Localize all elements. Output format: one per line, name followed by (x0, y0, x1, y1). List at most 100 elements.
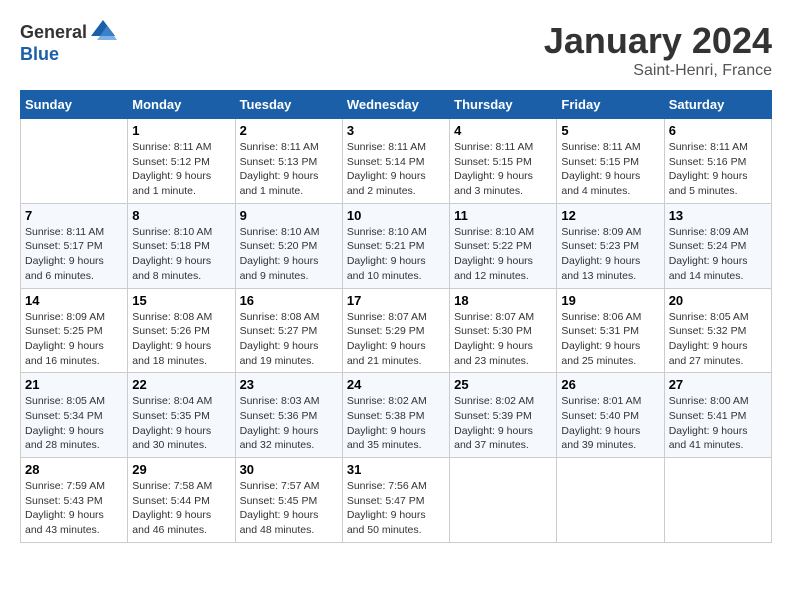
day-info: Sunrise: 8:11 AM Sunset: 5:15 PM Dayligh… (561, 140, 659, 199)
day-number: 30 (240, 462, 338, 477)
day-number: 14 (25, 293, 123, 308)
day-info: Sunrise: 8:03 AM Sunset: 5:36 PM Dayligh… (240, 394, 338, 453)
day-number: 31 (347, 462, 445, 477)
calendar-day-cell: 28 Sunrise: 7:59 AM Sunset: 5:43 PM Dayl… (21, 458, 128, 543)
day-info: Sunrise: 8:09 AM Sunset: 5:23 PM Dayligh… (561, 225, 659, 284)
day-number: 12 (561, 208, 659, 223)
calendar-day-cell: 26 Sunrise: 8:01 AM Sunset: 5:40 PM Dayl… (557, 373, 664, 458)
calendar-day-cell (557, 458, 664, 543)
calendar-day-header: Sunday (21, 91, 128, 119)
day-info: Sunrise: 7:58 AM Sunset: 5:44 PM Dayligh… (132, 479, 230, 538)
calendar-week-row: 14 Sunrise: 8:09 AM Sunset: 5:25 PM Dayl… (21, 288, 772, 373)
calendar-day-cell: 4 Sunrise: 8:11 AM Sunset: 5:15 PM Dayli… (450, 119, 557, 204)
day-info: Sunrise: 8:11 AM Sunset: 5:12 PM Dayligh… (132, 140, 230, 199)
day-info: Sunrise: 8:06 AM Sunset: 5:31 PM Dayligh… (561, 310, 659, 369)
calendar-day-cell: 22 Sunrise: 8:04 AM Sunset: 5:35 PM Dayl… (128, 373, 235, 458)
calendar-day-cell: 24 Sunrise: 8:02 AM Sunset: 5:38 PM Dayl… (342, 373, 449, 458)
logo-blue-text: Blue (20, 44, 59, 65)
calendar-day-cell: 31 Sunrise: 7:56 AM Sunset: 5:47 PM Dayl… (342, 458, 449, 543)
calendar-day-cell: 14 Sunrise: 8:09 AM Sunset: 5:25 PM Dayl… (21, 288, 128, 373)
day-info: Sunrise: 7:56 AM Sunset: 5:47 PM Dayligh… (347, 479, 445, 538)
location-title: Saint-Henri, France (544, 62, 772, 80)
calendar-day-cell: 5 Sunrise: 8:11 AM Sunset: 5:15 PM Dayli… (557, 119, 664, 204)
logo: General Blue (20, 20, 117, 65)
calendar-day-cell: 21 Sunrise: 8:05 AM Sunset: 5:34 PM Dayl… (21, 373, 128, 458)
calendar-day-cell: 6 Sunrise: 8:11 AM Sunset: 5:16 PM Dayli… (664, 119, 771, 204)
day-info: Sunrise: 8:11 AM Sunset: 5:14 PM Dayligh… (347, 140, 445, 199)
day-info: Sunrise: 8:11 AM Sunset: 5:13 PM Dayligh… (240, 140, 338, 199)
calendar-day-cell: 11 Sunrise: 8:10 AM Sunset: 5:22 PM Dayl… (450, 203, 557, 288)
day-number: 24 (347, 377, 445, 392)
day-number: 26 (561, 377, 659, 392)
calendar-day-cell: 7 Sunrise: 8:11 AM Sunset: 5:17 PM Dayli… (21, 203, 128, 288)
day-info: Sunrise: 8:10 AM Sunset: 5:22 PM Dayligh… (454, 225, 552, 284)
day-number: 20 (669, 293, 767, 308)
title-block: January 2024 Saint-Henri, France (544, 20, 772, 80)
day-info: Sunrise: 8:09 AM Sunset: 5:24 PM Dayligh… (669, 225, 767, 284)
logo-icon (89, 16, 117, 44)
calendar-day-cell (664, 458, 771, 543)
day-number: 19 (561, 293, 659, 308)
calendar-day-cell: 25 Sunrise: 8:02 AM Sunset: 5:39 PM Dayl… (450, 373, 557, 458)
day-number: 8 (132, 208, 230, 223)
day-info: Sunrise: 8:04 AM Sunset: 5:35 PM Dayligh… (132, 394, 230, 453)
day-number: 27 (669, 377, 767, 392)
day-info: Sunrise: 8:09 AM Sunset: 5:25 PM Dayligh… (25, 310, 123, 369)
calendar-day-cell: 23 Sunrise: 8:03 AM Sunset: 5:36 PM Dayl… (235, 373, 342, 458)
calendar-day-cell: 17 Sunrise: 8:07 AM Sunset: 5:29 PM Dayl… (342, 288, 449, 373)
calendar-week-row: 21 Sunrise: 8:05 AM Sunset: 5:34 PM Dayl… (21, 373, 772, 458)
calendar-day-header: Saturday (664, 91, 771, 119)
day-number: 21 (25, 377, 123, 392)
calendar-header-row: SundayMondayTuesdayWednesdayThursdayFrid… (21, 91, 772, 119)
day-number: 6 (669, 123, 767, 138)
page-header: General Blue January 2024 Saint-Henri, F… (20, 20, 772, 80)
day-number: 16 (240, 293, 338, 308)
day-info: Sunrise: 7:59 AM Sunset: 5:43 PM Dayligh… (25, 479, 123, 538)
day-number: 28 (25, 462, 123, 477)
day-number: 25 (454, 377, 552, 392)
calendar-day-cell: 30 Sunrise: 7:57 AM Sunset: 5:45 PM Dayl… (235, 458, 342, 543)
calendar-week-row: 1 Sunrise: 8:11 AM Sunset: 5:12 PM Dayli… (21, 119, 772, 204)
day-info: Sunrise: 8:07 AM Sunset: 5:29 PM Dayligh… (347, 310, 445, 369)
day-number: 15 (132, 293, 230, 308)
calendar-day-header: Monday (128, 91, 235, 119)
day-info: Sunrise: 8:08 AM Sunset: 5:27 PM Dayligh… (240, 310, 338, 369)
day-info: Sunrise: 8:11 AM Sunset: 5:16 PM Dayligh… (669, 140, 767, 199)
day-number: 13 (669, 208, 767, 223)
calendar-day-cell: 15 Sunrise: 8:08 AM Sunset: 5:26 PM Dayl… (128, 288, 235, 373)
day-number: 4 (454, 123, 552, 138)
calendar-day-cell: 12 Sunrise: 8:09 AM Sunset: 5:23 PM Dayl… (557, 203, 664, 288)
day-number: 18 (454, 293, 552, 308)
day-info: Sunrise: 8:07 AM Sunset: 5:30 PM Dayligh… (454, 310, 552, 369)
day-info: Sunrise: 8:05 AM Sunset: 5:32 PM Dayligh… (669, 310, 767, 369)
day-number: 23 (240, 377, 338, 392)
calendar-day-cell: 18 Sunrise: 8:07 AM Sunset: 5:30 PM Dayl… (450, 288, 557, 373)
day-info: Sunrise: 8:00 AM Sunset: 5:41 PM Dayligh… (669, 394, 767, 453)
day-number: 17 (347, 293, 445, 308)
calendar-day-cell: 1 Sunrise: 8:11 AM Sunset: 5:12 PM Dayli… (128, 119, 235, 204)
day-info: Sunrise: 8:02 AM Sunset: 5:38 PM Dayligh… (347, 394, 445, 453)
calendar-day-header: Tuesday (235, 91, 342, 119)
calendar-day-cell (450, 458, 557, 543)
day-number: 11 (454, 208, 552, 223)
calendar-day-cell: 20 Sunrise: 8:05 AM Sunset: 5:32 PM Dayl… (664, 288, 771, 373)
calendar-day-cell: 27 Sunrise: 8:00 AM Sunset: 5:41 PM Dayl… (664, 373, 771, 458)
calendar-day-header: Wednesday (342, 91, 449, 119)
day-number: 2 (240, 123, 338, 138)
calendar-day-cell: 2 Sunrise: 8:11 AM Sunset: 5:13 PM Dayli… (235, 119, 342, 204)
day-info: Sunrise: 8:10 AM Sunset: 5:21 PM Dayligh… (347, 225, 445, 284)
month-title: January 2024 (544, 20, 772, 62)
day-number: 22 (132, 377, 230, 392)
logo-general-text: General (20, 22, 87, 43)
day-info: Sunrise: 8:01 AM Sunset: 5:40 PM Dayligh… (561, 394, 659, 453)
calendar-day-cell: 19 Sunrise: 8:06 AM Sunset: 5:31 PM Dayl… (557, 288, 664, 373)
day-number: 29 (132, 462, 230, 477)
day-info: Sunrise: 7:57 AM Sunset: 5:45 PM Dayligh… (240, 479, 338, 538)
day-number: 3 (347, 123, 445, 138)
calendar-day-cell: 9 Sunrise: 8:10 AM Sunset: 5:20 PM Dayli… (235, 203, 342, 288)
calendar-day-cell: 29 Sunrise: 7:58 AM Sunset: 5:44 PM Dayl… (128, 458, 235, 543)
calendar-day-cell: 3 Sunrise: 8:11 AM Sunset: 5:14 PM Dayli… (342, 119, 449, 204)
day-number: 10 (347, 208, 445, 223)
day-number: 9 (240, 208, 338, 223)
calendar-day-cell: 13 Sunrise: 8:09 AM Sunset: 5:24 PM Dayl… (664, 203, 771, 288)
